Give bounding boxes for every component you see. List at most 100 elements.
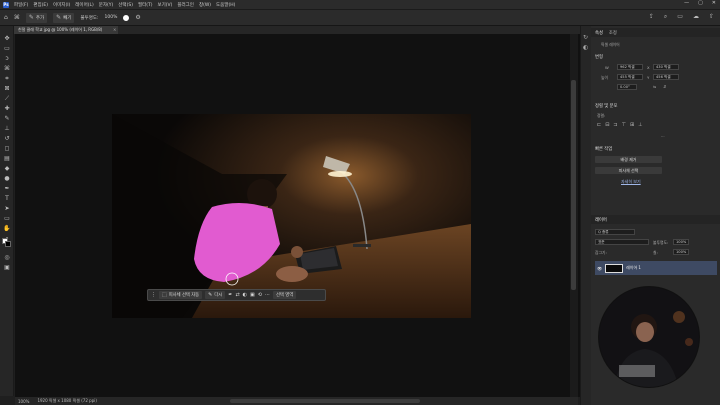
fill-field[interactable]: 100% <box>673 249 689 255</box>
menu-select[interactable]: 선택(S) <box>118 2 133 8</box>
workspace-icon[interactable]: ▭ <box>677 13 683 21</box>
align-top-icon[interactable]: ⊤ <box>622 122 626 128</box>
lasso-tool-icon[interactable]: ↄ <box>3 55 11 63</box>
document-image[interactable] <box>112 114 471 318</box>
align-section-title[interactable]: 정렬 및 분포 <box>595 103 618 109</box>
frame-tool-icon[interactable]: ⊠ <box>3 85 11 93</box>
menu-help[interactable]: 도움말(H) <box>216 2 235 8</box>
align-center-icon[interactable]: ⊟ <box>605 122 609 128</box>
quick-selection-tool-icon[interactable]: ⌘ <box>3 65 11 73</box>
blur-tool-icon[interactable]: ◆ <box>3 165 11 173</box>
path-selection-icon[interactable]: ➤ <box>3 205 11 213</box>
width-field[interactable]: 962 픽셀 <box>617 64 643 70</box>
angle-field[interactable]: 0.00° <box>617 84 637 90</box>
eraser-tool-icon[interactable]: ◻ <box>3 145 11 153</box>
webcam-scene <box>599 287 699 387</box>
history-icon[interactable]: ↻ <box>583 34 588 41</box>
quick-actions-title[interactable]: 빠른 작업 <box>595 146 612 152</box>
layer-row[interactable]: 👁 레이어 1 <box>595 261 717 275</box>
learn-more-link[interactable]: 자세히 보기 <box>621 179 641 185</box>
type-tool-icon[interactable]: T <box>3 195 11 203</box>
subtract-from-selection-button[interactable]: ✎ 빼기 <box>53 12 75 23</box>
rectangle-tool-icon[interactable]: ▭ <box>3 215 11 223</box>
menu-window[interactable]: 창(W) <box>199 2 211 8</box>
align-bottom-icon[interactable]: ⊥ <box>638 122 642 128</box>
invert-icon[interactable]: ⇄ <box>235 292 239 298</box>
add-to-selection-button[interactable]: ✎ 추가 <box>25 12 48 23</box>
menu-filter[interactable]: 필터(T) <box>138 2 153 8</box>
flip-horizontal-icon[interactable]: ⇋ <box>653 84 656 89</box>
mask-icon[interactable]: ▣ <box>250 292 255 298</box>
menu-image[interactable]: 이미지(I) <box>53 2 70 8</box>
eyedropper-tool-icon[interactable]: ⟋ <box>3 95 11 103</box>
menu-file[interactable]: 파일(F) <box>14 2 28 8</box>
x-label: X <box>647 65 650 70</box>
layer-kind-filter[interactable]: Q 종류 <box>595 229 635 235</box>
menu-type[interactable]: 문자(Y) <box>99 2 114 8</box>
menu-view[interactable]: 보기(V) <box>158 2 173 8</box>
pen-icon[interactable]: ✒ <box>228 292 232 298</box>
select-subject-panel-button[interactable]: 피사체 선택 <box>595 167 662 174</box>
home-icon[interactable]: ⌂ <box>4 14 8 21</box>
document-tab[interactable]: 친절 클래 학교 jpg @ 100% (레이어 1, RGB/8) <box>14 26 118 34</box>
color-icon[interactable]: ◐ <box>583 44 588 51</box>
align-left-icon[interactable]: ⊏ <box>597 122 601 128</box>
menu-plugins[interactable]: 플러그인 <box>177 2 194 8</box>
tab-properties[interactable]: 속성 <box>595 30 603 36</box>
crop-tool-icon[interactable]: ⌗ <box>3 75 11 83</box>
minimize-button[interactable]: — <box>684 0 689 6</box>
select-subject-button[interactable]: ⬚ 피사체 선택 자동 <box>159 291 203 299</box>
vertical-scroll-thumb[interactable] <box>571 80 576 290</box>
contrast-icon[interactable]: ◐ <box>243 292 247 298</box>
hand-tool-icon[interactable]: ✋ <box>3 225 11 233</box>
opacity-label: 불투명도: <box>653 240 669 245</box>
tab-adjustments[interactable]: 조정 <box>609 30 617 36</box>
gear-icon[interactable]: ⚙ <box>135 14 140 21</box>
marquee-tool-icon[interactable]: ▭ <box>3 45 11 53</box>
cloud-icon[interactable]: ☁ <box>693 13 699 21</box>
height-field[interactable]: 455 픽셀 <box>617 74 643 80</box>
opacity-field[interactable]: 100% <box>673 239 689 245</box>
more-options-icon[interactable]: ⋯ <box>661 134 665 139</box>
drag-handle-icon[interactable]: ⋮ <box>151 292 156 298</box>
search-icon[interactable]: ⌕ <box>664 13 667 21</box>
close-tab-icon[interactable]: × <box>113 27 116 32</box>
menu-layer[interactable]: 레이어(L) <box>75 2 93 8</box>
tab-layers[interactable]: 레이어 <box>595 217 607 223</box>
visibility-eye-icon[interactable]: 👁 <box>597 266 602 271</box>
zoom-level[interactable]: 100% <box>18 399 29 404</box>
pen-tool-icon[interactable]: ✒ <box>3 185 11 193</box>
more-icon[interactable]: ⋯ <box>265 292 270 298</box>
horizontal-scroll-thumb[interactable] <box>230 399 420 403</box>
transform-section-title[interactable]: 변형 <box>595 54 603 60</box>
transform-icon[interactable]: ⟲ <box>258 292 262 298</box>
align-middle-icon[interactable]: ⊞ <box>630 122 634 128</box>
close-window-button[interactable]: ✕ <box>712 0 716 6</box>
layer-name[interactable]: 레이어 1 <box>626 265 641 271</box>
select-mask-button[interactable]: 선택 영역 <box>272 291 297 299</box>
remove-background-button[interactable]: 배경 제거 <box>595 156 662 163</box>
share-doc-icon[interactable]: ⇧ <box>709 13 714 21</box>
clone-stamp-icon[interactable]: ⊥ <box>3 125 11 133</box>
x-field[interactable]: 430 픽셀 <box>653 64 679 70</box>
align-right-icon[interactable]: ⊐ <box>613 122 617 128</box>
brush-button[interactable]: ✎ 다시 <box>205 291 226 299</box>
share-icon[interactable]: ⇪ <box>649 13 654 21</box>
dodge-tool-icon[interactable]: ● <box>3 175 11 183</box>
screen-mode-icon[interactable]: ▣ <box>3 264 11 272</box>
brush-tool-icon[interactable]: ✎ <box>3 115 11 123</box>
flip-vertical-icon[interactable]: ⇵ <box>663 84 666 89</box>
brush-size-preview[interactable] <box>123 14 130 21</box>
quick-selection-tool-icon[interactable]: ⌘ <box>14 14 20 21</box>
hardness-value[interactable]: 100% <box>105 15 118 20</box>
blend-mode-select[interactable]: 표준 <box>595 239 649 245</box>
gradient-tool-icon[interactable]: ▤ <box>3 155 11 163</box>
maximize-button[interactable]: ▢ <box>698 0 703 6</box>
quick-mask-icon[interactable]: ◎ <box>3 254 11 262</box>
menu-edit[interactable]: 편집(E) <box>33 2 48 8</box>
background-color-swatch[interactable] <box>5 241 11 247</box>
history-brush-icon[interactable]: ↺ <box>3 135 11 143</box>
healing-brush-icon[interactable]: ✚ <box>3 105 11 113</box>
y-field[interactable]: 456 픽셀 <box>653 74 679 80</box>
move-tool-icon[interactable]: ✥ <box>3 35 11 43</box>
